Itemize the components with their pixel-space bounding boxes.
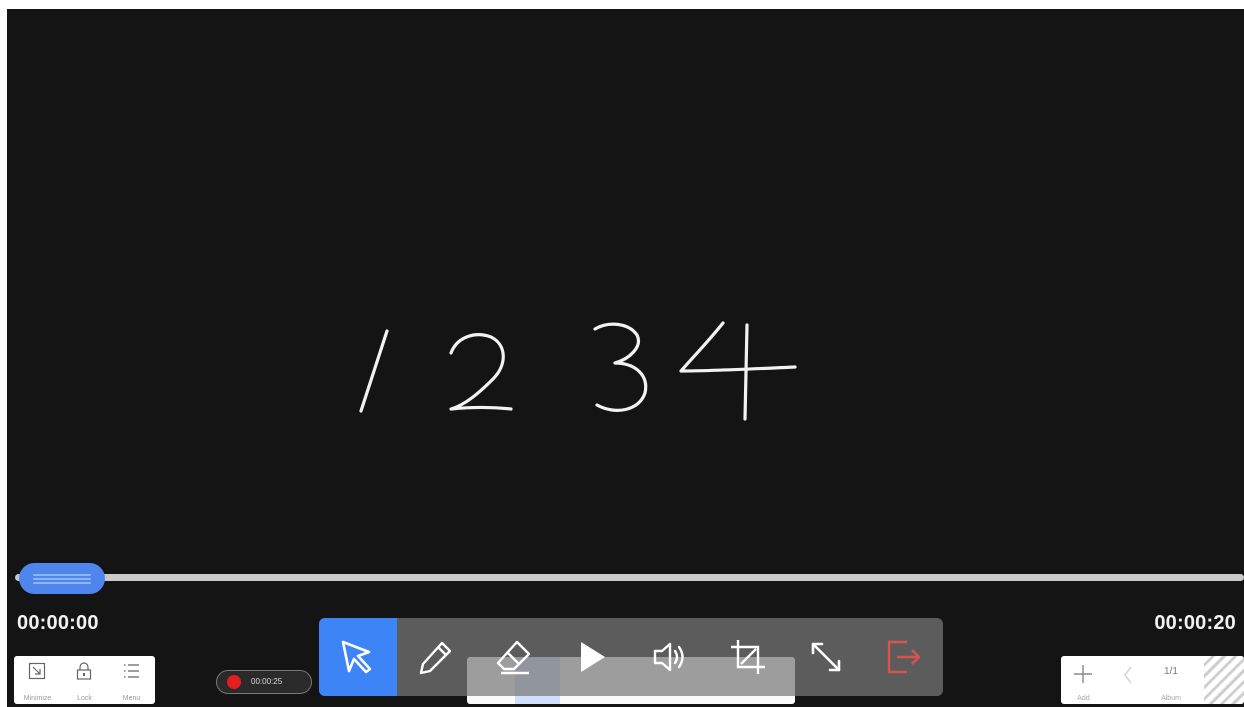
progress-handle[interactable] [19,563,105,594]
add-page-label: Add [1077,695,1090,702]
play-icon [581,642,605,672]
plus-icon [1074,665,1092,683]
exit-icon [887,640,921,674]
menu-label: Menu [122,695,141,702]
add-page-button[interactable]: Add [1061,656,1106,704]
record-dot-icon [227,675,241,689]
cursor-arrow-icon [341,640,372,674]
exit-button[interactable] [865,618,943,696]
minimize-button[interactable]: Minimize [14,656,61,704]
page-number: 1/1 [1164,666,1178,677]
eraser-icon [496,640,531,675]
lock-icon [76,662,92,680]
page-control-bar: Add 1/1 Album [1061,656,1244,704]
crop-icon [731,640,765,674]
page-label: Album [1161,695,1181,702]
lock-label: Lock [77,695,92,702]
play-button[interactable] [553,618,631,696]
page-indicator: 1/1 Album [1151,656,1191,704]
next-page-button-disabled[interactable] [1204,656,1244,704]
resize-button[interactable] [787,618,865,696]
main-toolbar [319,618,943,696]
recording-indicator[interactable]: 00:00:25 [216,670,312,694]
pencil-icon [419,641,452,675]
crop-button[interactable] [709,618,787,696]
progress-track[interactable] [15,574,1244,581]
chevron-left-icon [1124,666,1132,684]
eraser-tool-button[interactable] [475,618,553,696]
previous-page-button[interactable] [1116,656,1140,704]
whiteboard-canvas[interactable]: 1234 [7,9,1244,707]
menu-icon [124,664,139,678]
resize-arrows-icon [811,642,841,672]
menu-button[interactable]: Menu [108,656,155,704]
pen-tool-button[interactable] [397,618,475,696]
left-control-bar: Minimize Lock Menu [14,656,155,704]
speaker-icon [653,642,684,672]
total-time: 00:00:20 [1154,612,1236,634]
select-tool-button[interactable] [319,618,397,696]
current-time: 00:00:00 [17,612,99,634]
minimize-label: Minimize [23,695,52,702]
volume-button[interactable] [631,618,709,696]
minimize-icon [28,662,46,680]
lock-button[interactable]: Lock [61,656,108,704]
handwriting-1234: 1234 [359,321,797,421]
recording-time: 00:00:25 [251,677,283,686]
